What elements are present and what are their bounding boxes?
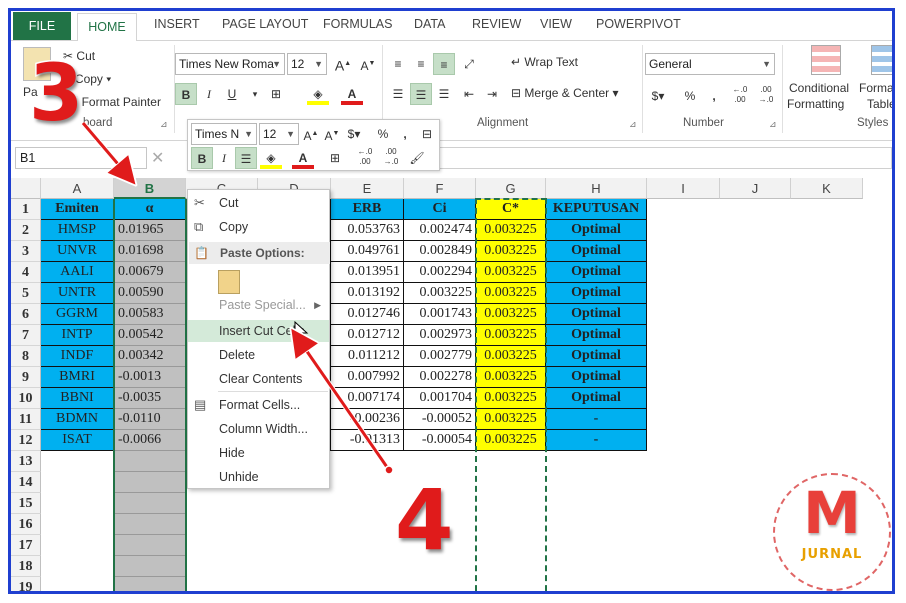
annotation-step-4: 4 <box>393 470 454 571</box>
logo-text: JURNAL <box>801 547 863 562</box>
arrow-step4 <box>297 337 391 471</box>
jurnal-logo: M JURNAL <box>773 473 891 591</box>
arrow-step4-tail <box>384 465 394 475</box>
arrow-step3 <box>81 122 129 177</box>
logo-letter: M <box>802 478 862 548</box>
window-frame: FILE HOME INSERT PAGE LAYOUT FORMULAS DA… <box>8 8 895 594</box>
annotation-step-3: 3 <box>27 48 84 141</box>
